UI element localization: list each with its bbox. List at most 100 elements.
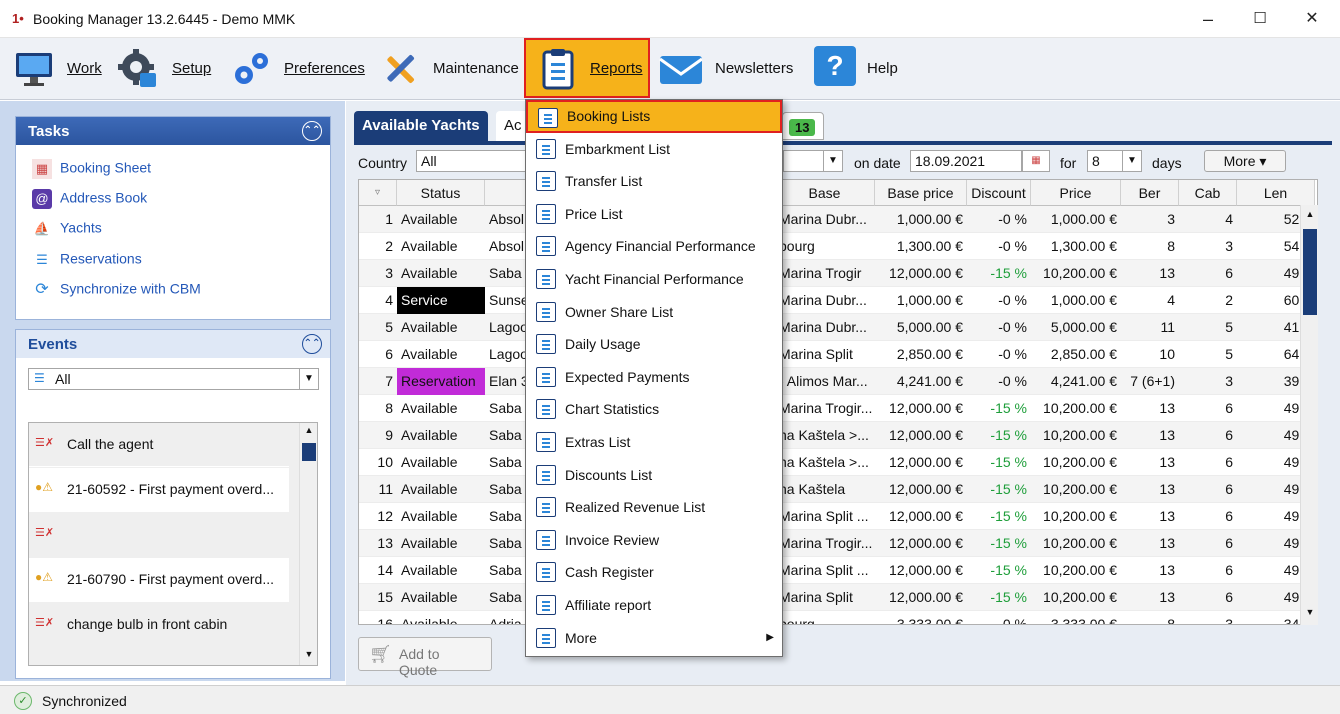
filter-dropdown-icon[interactable]: ▼ (823, 150, 843, 172)
report-list-icon (536, 497, 556, 518)
more-button[interactable]: More ▾ (1204, 150, 1286, 172)
menu-item-expected-payments[interactable]: Expected Payments (526, 361, 782, 393)
events-scrollbar[interactable]: ▲ ▼ (299, 423, 317, 665)
setup-button[interactable]: Setup (114, 38, 218, 100)
tab-available-yachts[interactable]: Available Yachts (354, 111, 488, 141)
days-input[interactable]: 8 (1087, 150, 1123, 172)
menu-item-agency-financial-performance[interactable]: Agency Financial Performance (526, 230, 782, 262)
header-berths[interactable]: Ber (1121, 180, 1179, 206)
list-item[interactable]: ☰✗ (29, 513, 289, 557)
list-item[interactable]: ☰✗ Call the agent (29, 423, 289, 467)
menu-item-cash-register[interactable]: Cash Register (526, 556, 782, 588)
filter-select-partial[interactable] (783, 150, 823, 172)
task-address-book[interactable]: @ Address Book (32, 189, 147, 211)
table-row[interactable]: 13 Available Saba Marina Trogir... 12,000.00… (359, 530, 1317, 557)
menu-item-transfer-list[interactable]: Transfer List (526, 165, 782, 197)
scroll-up-icon[interactable]: ▲ (1302, 209, 1318, 219)
table-row[interactable]: 8 Available Saba Marina Trogir... 12,000.00 … (359, 395, 1317, 422)
close-button[interactable]: ✕ (1290, 6, 1334, 32)
task-reservations[interactable]: ☰ Reservations (32, 250, 142, 272)
scroll-down-icon[interactable]: ▼ (1302, 607, 1318, 617)
grid-scroll-thumb[interactable] (1303, 229, 1317, 315)
gear-icon (118, 49, 156, 87)
table-row[interactable]: 6 Available Lagoo Marina Split 2,850.00 € -0 … (359, 341, 1317, 368)
table-row[interactable]: 10 Available Saba na Kaštela >... 12,000.00 … (359, 449, 1317, 476)
menu-item-yacht-financial-performance[interactable]: Yacht Financial Performance (526, 263, 782, 295)
task-yachts[interactable]: ⛵ Yachts (32, 219, 102, 241)
table-cell: Marina Trogir (779, 265, 862, 281)
header-length[interactable]: Len (1237, 180, 1315, 206)
header-base[interactable]: Base (775, 180, 875, 206)
table-row[interactable]: 5 Available Lagoo Marina Dubr... 5,000.00 € -… (359, 314, 1317, 341)
table-row[interactable]: 2 Available Absol bourg 1,300.00 € -0 % 1,300.… (359, 233, 1317, 260)
sort-indicator-icon[interactable]: ▿ (359, 180, 397, 206)
table-row[interactable]: 7 Reservation Elan 3- Alimos Mar... 4,241.0… (359, 368, 1317, 395)
table-cell: 10,200.00 € (1043, 481, 1117, 497)
menu-item-extras-list[interactable]: Extras List (526, 426, 782, 458)
days-dropdown-icon[interactable]: ▼ (1122, 150, 1142, 172)
table-row[interactable]: 16 Available Adria bourg 3,333.00 € -0 % 3,333… (359, 611, 1317, 624)
preferences-button[interactable]: Preferences (228, 38, 368, 100)
list-item[interactable]: ●⚠ 21-60592 - First payment overd... (29, 468, 289, 512)
maintenance-button[interactable]: Maintenance (376, 38, 522, 100)
maximize-button[interactable]: ☐ (1238, 6, 1282, 32)
header-discount[interactable]: Discount (967, 180, 1031, 206)
tab-badge-container[interactable]: 13 (782, 112, 824, 140)
menu-item-daily-usage[interactable]: Daily Usage (526, 328, 782, 360)
report-list-icon (536, 627, 556, 648)
header-price[interactable]: Price (1031, 180, 1121, 206)
scroll-down-icon[interactable]: ▼ (301, 649, 317, 659)
event-task-icon: ☰✗ (35, 617, 55, 629)
menu-item-discounts-list[interactable]: Discounts List (526, 459, 782, 491)
minimize-button[interactable]: – (1186, 6, 1230, 32)
country-select[interactable]: All (416, 150, 526, 172)
newsletters-button[interactable]: Newsletters (656, 38, 806, 100)
table-row[interactable]: 12 Available Saba Marina Split ... 12,000.00… (359, 503, 1317, 530)
menu-item-affiliate-report[interactable]: Affiliate report (526, 589, 782, 621)
header-status[interactable]: Status (397, 180, 485, 206)
add-to-quote-button[interactable]: 🛒︎ Add to Quote (358, 637, 492, 678)
table-row[interactable]: 9 Available Saba na Kaštela >... 12,000.00 €… (359, 422, 1317, 449)
table-cell: 13 (1159, 562, 1175, 578)
help-button[interactable]: ? Help (812, 38, 908, 100)
menu-item-more[interactable]: More ▶ (526, 622, 782, 654)
table-row[interactable]: 1 Available Absol Marina Dubr... 1,000.00 € -… (359, 206, 1317, 233)
task-synchronize[interactable]: ⟳ Synchronize with CBM (32, 280, 201, 302)
table-cell: 4,241.00 € (1050, 373, 1117, 389)
event-task-icon: ☰✗ (35, 527, 55, 539)
table-row[interactable]: 4 Service Sunse Marina Dubr... 1,000.00 € -0 … (359, 287, 1317, 314)
grid-scrollbar[interactable]: ▲ ▼ (1300, 205, 1318, 625)
task-booking-sheet[interactable]: ▦ Booking Sheet (32, 159, 151, 181)
header-base-price[interactable]: Base price (875, 180, 967, 206)
date-input[interactable]: 18.09.2021 (910, 150, 1022, 172)
header-cabins[interactable]: Cab (1179, 180, 1237, 206)
collapse-events-icon[interactable]: ⌃⌃ (302, 334, 322, 354)
report-list-icon (538, 108, 558, 128)
events-scroll-thumb[interactable] (302, 443, 316, 461)
menu-item-realized-revenue-list[interactable]: Realized Revenue List (526, 491, 782, 523)
table-row[interactable]: 14 Available Saba Marina Split ... 12,000.00… (359, 557, 1317, 584)
menu-item-booking-lists[interactable]: Booking Lists (526, 100, 782, 133)
calendar-picker-icon[interactable]: ▦ (1022, 150, 1050, 172)
table-row[interactable]: 11 Available Saba na Kaštela 12,000.00 € -15 … (359, 476, 1317, 503)
menu-item-embarkment-list[interactable]: Embarkment List (526, 133, 782, 165)
events-filter-select[interactable]: ☰ All (28, 368, 300, 390)
table-row[interactable]: 15 Available Saba Marina Split 12,000.00 € -1… (359, 584, 1317, 611)
menu-item-price-list[interactable]: Price List (526, 198, 782, 230)
menu-item-owner-share-list[interactable]: Owner Share List (526, 296, 782, 328)
help-icon: ? (814, 46, 856, 86)
scroll-up-icon[interactable]: ▲ (301, 425, 317, 435)
table-cell: 13 (1159, 535, 1175, 551)
list-item[interactable]: ●⚠ 21-60790 - First payment overd... (29, 558, 289, 602)
table-cell: 12 (377, 508, 393, 524)
table-cell: Available (401, 589, 458, 605)
table-cell: -15 % (990, 535, 1027, 551)
collapse-tasks-icon[interactable]: ⌃⌃ (302, 121, 322, 141)
menu-item-invoice-review[interactable]: Invoice Review (526, 524, 782, 556)
menu-item-chart-statistics[interactable]: Chart Statistics (526, 393, 782, 425)
list-item[interactable]: ☰✗ change bulb in front cabin (29, 603, 289, 647)
table-row[interactable]: 3 Available Saba Marina Trogir 12,000.00 € -1… (359, 260, 1317, 287)
events-filter-dropdown-icon[interactable]: ▼ (299, 368, 319, 390)
reports-button[interactable]: Reports (524, 38, 650, 98)
work-button[interactable]: Work (8, 38, 104, 100)
